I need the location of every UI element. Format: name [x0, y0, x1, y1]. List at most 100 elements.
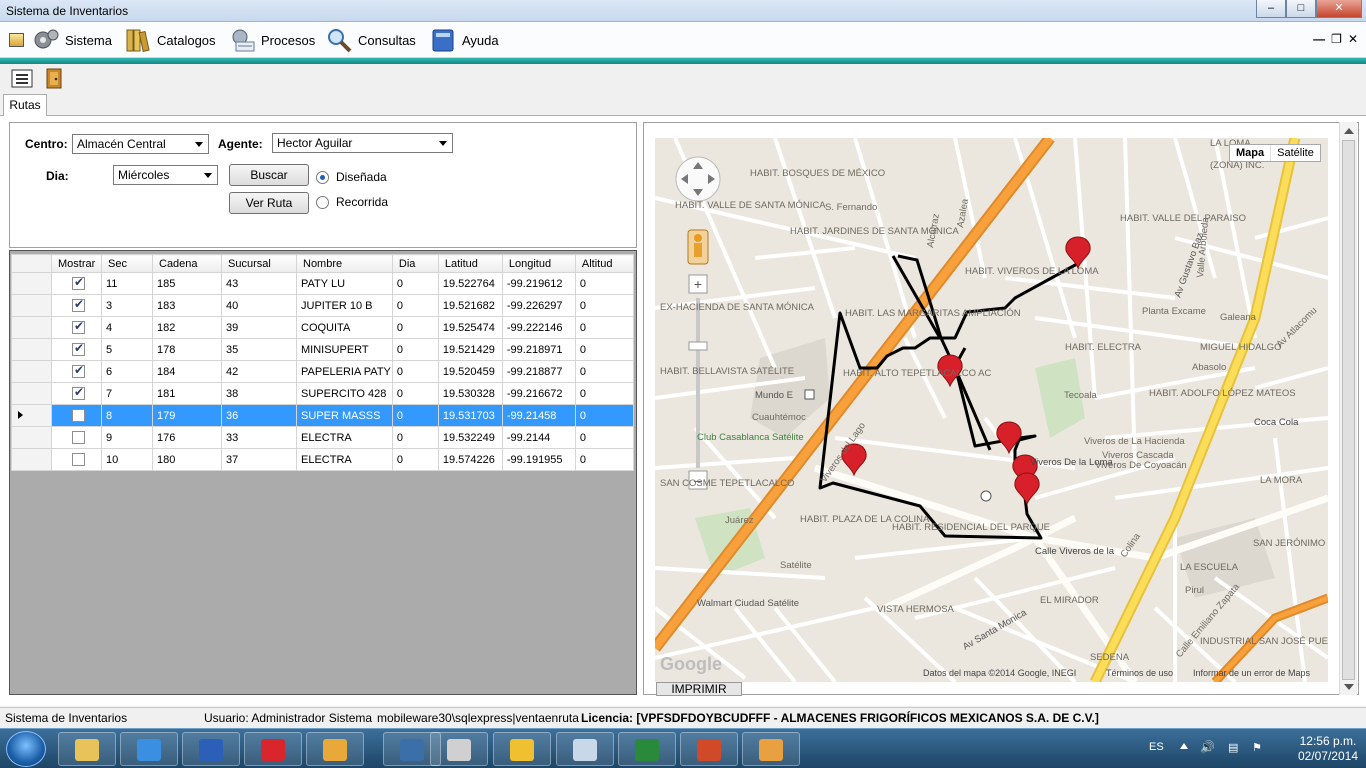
row-header[interactable]: [11, 448, 52, 471]
radio-disenada[interactable]: Diseñada: [316, 170, 387, 184]
cell-longitud: -99.226297: [501, 294, 576, 317]
routes-grid: Mostrar Sec Cadena Sucursal Nombre Dia L…: [9, 250, 637, 695]
volume-icon[interactable]: 🔊: [1200, 740, 1215, 754]
mostrar-checkbox[interactable]: [72, 297, 85, 312]
list-icon[interactable]: [10, 67, 34, 89]
col-dia[interactable]: Dia: [391, 254, 439, 273]
taskbar-app-button[interactable]: [430, 732, 488, 766]
imprimir-button[interactable]: IMPRIMIR: [656, 682, 742, 696]
taskbar-app-button[interactable]: [120, 732, 178, 766]
mostrar-checkbox[interactable]: [72, 385, 85, 400]
centro-dropdown[interactable]: Almacén Central: [72, 134, 209, 154]
taskbar-app-button[interactable]: [306, 732, 364, 766]
col-longitud[interactable]: Longitud: [501, 254, 576, 273]
taskbar-app-button[interactable]: [618, 732, 676, 766]
minimize-button[interactable]: –: [1256, 0, 1286, 18]
dia-dropdown[interactable]: Miércoles: [113, 165, 218, 185]
taskbar-app-button[interactable]: [742, 732, 800, 766]
table-row[interactable]: 418239COQUITA019.525474-99.2221460: [11, 316, 634, 339]
maximize-button[interactable]: □: [1286, 0, 1316, 18]
table-row[interactable]: 318340JUPITER 10 B019.521682-99.2262970: [11, 294, 634, 317]
table-row[interactable]: 718138SUPERCITO 428019.530328-99.2166720: [11, 382, 634, 405]
map-type-mapa[interactable]: Mapa: [1230, 145, 1272, 161]
map-label: LA MORA: [1260, 475, 1303, 486]
street-view-pegman-icon[interactable]: [687, 229, 709, 265]
map-panel-scrollbar[interactable]: [1339, 122, 1357, 695]
col-latitud[interactable]: Latitud: [437, 254, 503, 273]
row-header[interactable]: [11, 426, 52, 449]
mdi-close-button[interactable]: ✕: [1348, 32, 1358, 46]
mostrar-checkbox[interactable]: [72, 409, 85, 422]
ver-ruta-button[interactable]: Ver Ruta: [229, 192, 309, 214]
scroll-down-arrow-icon[interactable]: [1344, 684, 1354, 690]
col-nombre[interactable]: Nombre: [296, 254, 393, 273]
exit-door-icon[interactable]: [42, 67, 66, 89]
mostrar-checkbox[interactable]: [72, 453, 85, 466]
row-header[interactable]: [11, 404, 52, 427]
map-terms-link[interactable]: Términos de uso: [1106, 668, 1173, 678]
taskbar-app-button[interactable]: [556, 732, 614, 766]
language-indicator[interactable]: ES: [1149, 741, 1164, 753]
map-canvas[interactable]: + – LA LOMA (ZONA) INC. HABIT. VALLE DEL…: [655, 138, 1328, 682]
taskbar-app-button[interactable]: [58, 732, 116, 766]
cell-nombre: SUPERCITO 428: [296, 382, 393, 405]
row-header[interactable]: [11, 360, 52, 383]
buscar-button[interactable]: Buscar: [229, 164, 309, 186]
menu-catalogos[interactable]: Catalogos: [124, 26, 216, 54]
zoom-in-button[interactable]: +: [688, 274, 708, 294]
taskbar-app-button[interactable]: [493, 732, 551, 766]
mdi-restore-button[interactable]: ❐: [1331, 32, 1342, 46]
col-sec[interactable]: Sec: [101, 254, 153, 273]
table-row[interactable]: 1118543PATY LU019.522764-99.2196120: [11, 272, 634, 295]
row-header[interactable]: [11, 272, 52, 295]
row-header[interactable]: [11, 338, 52, 361]
mostrar-checkbox[interactable]: [72, 363, 85, 378]
menu-ayuda[interactable]: Ayuda: [429, 26, 499, 54]
taskbar-app-button[interactable]: [182, 732, 240, 766]
tray-expand-icon[interactable]: [1180, 743, 1188, 749]
table-row[interactable]: 517835MINISUPERT019.521429-99.2189710: [11, 338, 634, 361]
mostrar-checkbox[interactable]: [72, 341, 85, 356]
mostrar-checkbox[interactable]: [72, 319, 85, 334]
table-row[interactable]: 618442PAPELERIA PATY019.520459-99.218877…: [11, 360, 634, 383]
menu-sistema[interactable]: Sistema: [32, 26, 112, 54]
agente-dropdown[interactable]: Hector Aguilar: [272, 133, 453, 153]
cell-mostrar: [51, 294, 102, 317]
map-pan-control[interactable]: [675, 156, 721, 202]
mostrar-checkbox[interactable]: [72, 275, 85, 290]
col-altitud[interactable]: Altitud: [574, 254, 634, 273]
action-center-icon[interactable]: ⚑: [1252, 741, 1262, 754]
row-header[interactable]: [11, 294, 52, 317]
map-report-link[interactable]: Informar de un error de Maps: [1193, 668, 1311, 678]
taskbar-app-button[interactable]: [244, 732, 302, 766]
cell-sucursal: 43: [221, 272, 297, 295]
route-map[interactable]: + – LA LOMA (ZONA) INC. HABIT. VALLE DEL…: [655, 138, 1328, 682]
map-type-satelite[interactable]: Satélite: [1271, 145, 1320, 161]
network-icon[interactable]: ▤: [1228, 741, 1238, 754]
map-label: HABIT. VALLE DE SANTA MÓNICA: [675, 200, 826, 211]
mdi-minimize-button[interactable]: —: [1313, 32, 1325, 46]
taskbar-app-button[interactable]: [680, 732, 738, 766]
scroll-up-arrow-icon[interactable]: [1344, 128, 1354, 134]
col-sucursal[interactable]: Sucursal: [221, 254, 297, 273]
start-button[interactable]: [6, 731, 46, 767]
tab-rutas[interactable]: Rutas: [3, 94, 47, 117]
centro-value: Almacén Central: [77, 137, 166, 151]
scrollbar-thumb[interactable]: [1342, 140, 1355, 680]
radio-recorrida[interactable]: Recorrida: [316, 195, 388, 209]
col-mostrar[interactable]: Mostrar: [51, 254, 102, 273]
table-row[interactable]: 9 176 33 ELECTRA 0 19.532249 -99.2144 0: [11, 426, 634, 449]
row-header[interactable]: [11, 382, 52, 405]
row-header[interactable]: [11, 316, 52, 339]
system-clock[interactable]: 12:56 p.m. 02/07/2014: [1298, 734, 1358, 764]
zoom-slider-handle[interactable]: [688, 341, 708, 351]
app-system-icon[interactable]: [9, 33, 24, 47]
cell-nombre: MINISUPERT: [296, 338, 393, 361]
close-button[interactable]: ✕: [1316, 0, 1362, 18]
table-row[interactable]: 10 180 37 ELECTRA 0 19.574226 -99.191955 0: [11, 448, 634, 471]
col-cadena[interactable]: Cadena: [152, 254, 222, 273]
menu-consultas[interactable]: Consultas: [325, 26, 416, 54]
menu-procesos[interactable]: Procesos: [228, 26, 315, 54]
table-row[interactable]: 8 179 36 SUPER MASSS 0 19.531703 -99.21458 0: [11, 404, 634, 427]
mostrar-checkbox[interactable]: [72, 431, 85, 444]
